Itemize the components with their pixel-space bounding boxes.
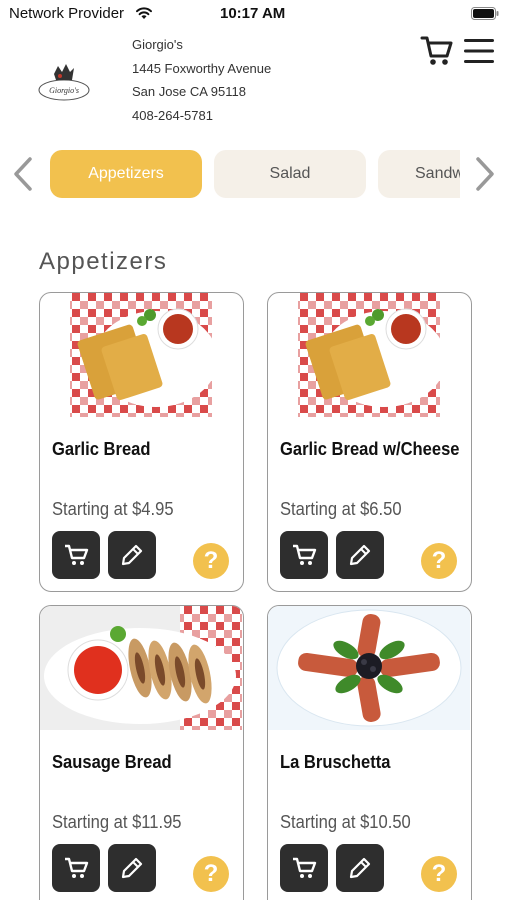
chevron-right-icon[interactable] xyxy=(470,156,498,192)
help-icon[interactable]: ? xyxy=(421,856,457,892)
pencil-icon xyxy=(121,544,143,566)
help-icon[interactable]: ? xyxy=(193,856,229,892)
cart-icon xyxy=(293,857,317,878)
chevron-left-icon[interactable] xyxy=(10,156,38,192)
sausage-bread-image xyxy=(40,606,242,730)
help-icon[interactable]: ? xyxy=(193,543,229,579)
item-price: Starting at $4.95 xyxy=(52,499,174,519)
pencil-icon xyxy=(349,544,371,566)
menu-item-card[interactable]: Sausage Bread Starting at $11.95 ? xyxy=(39,605,244,900)
item-name: Garlic Bread xyxy=(52,439,151,459)
category-tab-salad[interactable]: Salad xyxy=(214,150,366,198)
bruschetta-image xyxy=(268,606,470,730)
pencil-icon xyxy=(349,857,371,879)
add-to-cart-button[interactable] xyxy=(52,531,100,579)
cart-icon xyxy=(65,857,89,878)
store-city: San Jose CA 95118 xyxy=(132,84,246,99)
customize-button[interactable] xyxy=(336,531,384,579)
store-info: Giorgio's 1445 Foxworthy Avenue San Jose… xyxy=(132,33,271,127)
add-to-cart-button[interactable] xyxy=(52,844,100,892)
store-name: Giorgio's xyxy=(132,37,183,52)
customize-button[interactable] xyxy=(336,844,384,892)
item-price: Starting at $11.95 xyxy=(52,812,182,832)
customize-button[interactable] xyxy=(108,531,156,579)
cart-icon[interactable] xyxy=(420,34,454,68)
restaurant-logo: Giorgio's xyxy=(38,64,90,101)
item-name: Sausage Bread xyxy=(52,752,172,772)
item-price: Starting at $10.50 xyxy=(280,812,411,832)
menu-item-card[interactable]: La Bruschetta Starting at $10.50 ? xyxy=(267,605,472,900)
garlic-bread-cheese-image xyxy=(298,293,446,417)
status-bar: Network Provider 10:17 AM xyxy=(0,0,507,28)
category-tab-sandwiches[interactable]: Sandwiches xyxy=(378,150,460,198)
wifi-icon xyxy=(136,7,152,19)
store-address: 1445 Foxworthy Avenue xyxy=(132,60,272,76)
add-to-cart-button[interactable] xyxy=(280,531,328,579)
battery-icon xyxy=(471,7,499,20)
hamburger-menu-icon[interactable] xyxy=(462,36,496,66)
customize-button[interactable] xyxy=(108,844,156,892)
add-to-cart-button[interactable] xyxy=(280,844,328,892)
item-name: La Bruschetta xyxy=(280,752,391,772)
store-phone[interactable]: 408-264-5781 xyxy=(132,104,271,128)
category-scroller: Appetizers Salad Sandwiches xyxy=(48,146,460,202)
section-title: Appetizers xyxy=(39,248,168,275)
menu-item-card[interactable]: Garlic Bread w/Cheese Starting at $6.50 … xyxy=(267,292,472,592)
item-name: Garlic Bread w/Cheese xyxy=(280,439,460,459)
clock: 10:17 AM xyxy=(220,5,286,22)
carrier-label: Network Provider xyxy=(9,5,125,22)
help-icon[interactable]: ? xyxy=(421,543,457,579)
garlic-bread-image xyxy=(70,293,218,417)
category-tab-appetizers[interactable]: Appetizers xyxy=(50,150,202,198)
item-price: Starting at $6.50 xyxy=(280,499,402,519)
category-bar: Appetizers Salad Sandwiches xyxy=(0,146,507,202)
cart-icon xyxy=(293,544,317,565)
logo-text: Giorgio's xyxy=(49,86,79,95)
menu-item-card[interactable]: Garlic Bread Starting at $4.95 ? xyxy=(39,292,244,592)
cart-icon xyxy=(65,544,89,565)
pencil-icon xyxy=(121,857,143,879)
